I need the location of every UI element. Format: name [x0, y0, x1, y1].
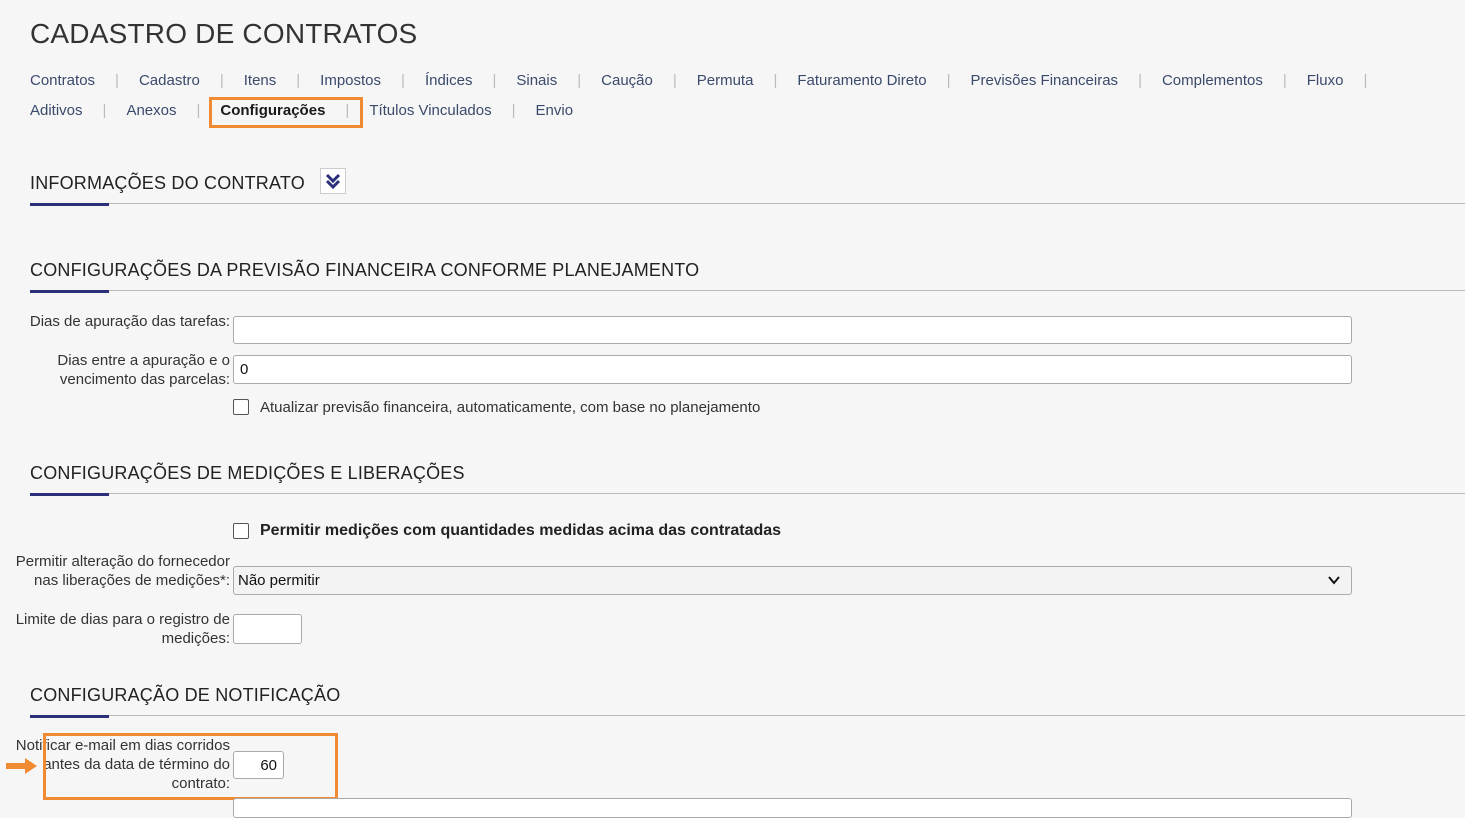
- tab-separator: |: [773, 72, 778, 89]
- tab-permuta[interactable]: Permuta: [697, 72, 754, 89]
- tab-titulos-vinculados[interactable]: Títulos Vinculados: [369, 102, 491, 119]
- notify-highlight-box: [43, 733, 338, 800]
- section-title-previsao: CONFIGURAÇÕES DA PREVISÃO FINANCEIRA CON…: [30, 260, 700, 280]
- double-chevron-down-icon: [325, 173, 341, 190]
- limite-dias-input[interactable]: [233, 614, 302, 644]
- tab-faturamento-direto[interactable]: Faturamento Direto: [797, 72, 926, 89]
- section-divider: [30, 203, 1465, 204]
- tab-separator: |: [1138, 72, 1142, 89]
- section-title-notificacao: CONFIGURAÇÃO DE NOTIFICAÇÃO: [30, 685, 341, 705]
- partial-input-field[interactable]: [233, 798, 1352, 818]
- collapse-toggle-button[interactable]: [320, 168, 346, 194]
- tab-contratos[interactable]: Contratos: [30, 72, 95, 89]
- tab-sinais[interactable]: Sinais: [516, 72, 557, 89]
- section-divider: [30, 493, 1465, 494]
- tab-caucao[interactable]: Caução: [601, 72, 653, 89]
- section-accent-bar: [30, 203, 109, 206]
- section-title-medicoes: CONFIGURAÇÕES DE MEDIÇÕES E LIBERAÇÕES: [30, 463, 465, 483]
- tab-separator: |: [102, 102, 107, 119]
- tab-separator: |: [115, 72, 119, 89]
- dias-apuracao-input[interactable]: [233, 316, 1352, 344]
- chevron-down-icon: [1328, 576, 1340, 585]
- dias-entre-input[interactable]: 0: [233, 355, 1352, 384]
- section-accent-bar: [30, 290, 109, 293]
- tab-itens[interactable]: Itens: [244, 72, 277, 89]
- permitir-acima-checkbox[interactable]: [233, 523, 249, 539]
- alteracao-fornecedor-select[interactable]: Não permitir: [233, 566, 1352, 595]
- tab-fluxo[interactable]: Fluxo: [1307, 72, 1344, 89]
- tab-separator: |: [196, 102, 201, 119]
- dias-entre-label: Dias entre a apuração e o vencimento das…: [57, 352, 230, 388]
- tab-separator: |: [672, 72, 677, 89]
- section-accent-bar: [30, 715, 109, 718]
- alteracao-fornecedor-value: Não permitir: [238, 572, 320, 589]
- tab-separator: |: [296, 72, 301, 89]
- section-accent-bar: [30, 493, 109, 496]
- tab-impostos[interactable]: Impostos: [320, 72, 381, 89]
- atualizar-previsao-label: Atualizar previsão financeira, automatic…: [260, 399, 761, 416]
- limite-dias-label: Limite de dias para o registro de mediçõ…: [15, 611, 230, 647]
- tab-envio[interactable]: Envio: [536, 102, 574, 119]
- dias-apuracao-label: Dias de apuração das tarefas:: [29, 313, 230, 330]
- tab-separator: |: [946, 72, 951, 89]
- permitir-acima-label: Permitir medições com quantidades medida…: [260, 522, 782, 539]
- tab-separator: |: [577, 72, 582, 89]
- tab-previsoes-financeiras[interactable]: Previsões Financeiras: [971, 72, 1119, 89]
- tab-anexos[interactable]: Anexos: [126, 102, 176, 119]
- tab-cadastro[interactable]: Cadastro: [139, 72, 200, 89]
- tab-separator: |: [401, 72, 405, 89]
- tab-indices[interactable]: Índices: [425, 72, 473, 89]
- tab-aditivos[interactable]: Aditivos: [30, 102, 83, 119]
- active-tab-highlight: [209, 97, 363, 128]
- tab-separator: |: [219, 72, 224, 89]
- tab-separator: |: [511, 102, 516, 119]
- page-title: CADASTRO DE CONTRATOS: [30, 18, 418, 49]
- section-divider: [30, 715, 1465, 716]
- arrow-right-icon: [6, 758, 37, 774]
- section-title-informacoes: INFORMAÇÕES DO CONTRATO: [30, 173, 305, 193]
- tab-separator: |: [1282, 72, 1287, 89]
- tab-separator: |: [492, 72, 497, 89]
- atualizar-previsao-checkbox[interactable]: [233, 399, 249, 415]
- tab-complementos[interactable]: Complementos: [1162, 72, 1263, 89]
- alteracao-fornecedor-label: Permitir alteração do fornecedor nas lib…: [15, 553, 230, 589]
- tabs-row-1: Contratos | Cadastro | Itens | Impostos | Índice…: [30, 72, 1387, 89]
- tab-separator: |: [1363, 72, 1368, 89]
- section-divider: [30, 290, 1465, 291]
